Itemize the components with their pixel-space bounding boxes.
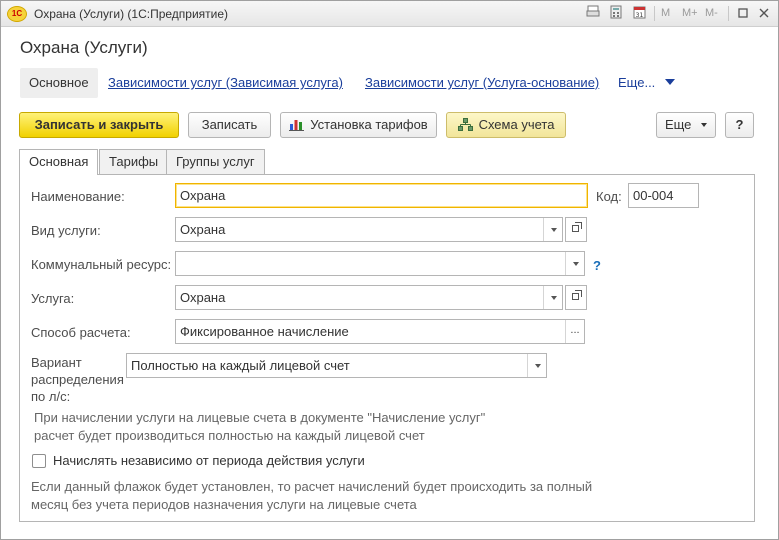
distribution-label-line: распределения — [31, 372, 124, 387]
code-label: Код: — [596, 189, 622, 204]
1c-logo-icon: 1C — [7, 6, 27, 22]
open-icon[interactable] — [565, 217, 587, 242]
help-icon[interactable]: ? — [593, 258, 601, 273]
more-actions-label: Еще — [664, 117, 692, 132]
distribution-field[interactable]: Полностью на каждый лицевой счет — [126, 353, 547, 378]
service-type-label: Вид услуги: — [31, 223, 101, 238]
nav-link-dependent-service[interactable]: Зависимости услуг (Зависимая услуга) — [108, 75, 343, 90]
calc-method-label: Способ расчета: — [31, 325, 131, 340]
accounting-scheme-label: Схема учета — [478, 117, 555, 132]
chevron-down-icon — [665, 79, 676, 85]
save-and-close-button[interactable]: Записать и закрыть — [19, 112, 179, 138]
dropdown-arrow-icon[interactable] — [565, 252, 584, 275]
checkbox-note: Если данный флажок будет установлен, то … — [31, 478, 592, 514]
code-field[interactable]: 00-004 — [628, 183, 699, 208]
chevron-down-icon — [701, 123, 708, 127]
dropdown-arrow-icon[interactable] — [543, 218, 562, 241]
name-field[interactable]: Охрана — [175, 183, 588, 208]
dropdown-arrow-icon[interactable] — [527, 354, 546, 377]
service-value: Охрана — [180, 290, 226, 305]
select-ellipsis-icon[interactable]: ... — [565, 320, 584, 343]
calc-method-field[interactable]: Фиксированное начисление ... — [175, 319, 585, 344]
note-line: При начислении услуги на лицевые счета в… — [34, 410, 486, 425]
calculator-icon[interactable] — [607, 5, 625, 22]
distribution-note: При начислении услуги на лицевые счета в… — [34, 409, 485, 445]
bar-chart-icon — [289, 115, 305, 139]
restore-window-icon[interactable] — [734, 4, 752, 22]
tab-service-groups[interactable]: Группы услуг — [166, 149, 265, 174]
hierarchy-icon — [457, 115, 473, 139]
distribution-value: Полностью на каждый лицевой счет — [131, 358, 350, 373]
help-button[interactable]: ? — [725, 112, 754, 138]
nav-more-button[interactable]: Еще... — [618, 75, 676, 90]
memory-plus-button[interactable]: M+ — [682, 7, 698, 19]
open-icon[interactable] — [565, 285, 587, 310]
calendar-icon[interactable]: 31 — [630, 5, 648, 22]
period-independent-checkbox[interactable] — [32, 454, 46, 468]
page-title: Охрана (Услуги) — [20, 38, 148, 57]
note-line: Если данный флажок будет установлен, то … — [31, 479, 593, 494]
more-actions-button[interactable]: Еще — [656, 112, 716, 138]
nav-main[interactable]: Основное — [20, 68, 98, 98]
accounting-scheme-button[interactable]: Схема учета — [446, 112, 566, 138]
set-tariffs-button[interactable]: Установка тарифов — [280, 112, 437, 138]
calc-method-value: Фиксированное начисление — [180, 324, 349, 339]
distribution-label: Вариант распределения по л/с: — [31, 354, 124, 405]
period-independent-label[interactable]: Начислять независимо от периода действия… — [53, 453, 365, 468]
svg-text:31: 31 — [635, 12, 643, 19]
note-line: месяц без учета периодов назначения услу… — [31, 497, 417, 512]
close-icon[interactable] — [755, 4, 773, 22]
distribution-label-line: по л/с: — [31, 389, 71, 404]
title-bar: 1C Охрана (Услуги) (1С:Предприятие) 31 M… — [1, 1, 778, 27]
memory-m-button[interactable]: M — [661, 7, 670, 19]
name-label: Наименование: — [31, 189, 125, 204]
utility-resource-label: Коммунальный ресурс: — [31, 257, 172, 272]
toolbar-separator — [654, 6, 655, 21]
set-tariffs-label: Установка тарифов — [310, 117, 428, 132]
save-button[interactable]: Записать — [188, 112, 271, 138]
dropdown-arrow-icon[interactable] — [543, 286, 562, 309]
app-window: 1C Охрана (Услуги) (1С:Предприятие) 31 M… — [0, 0, 779, 540]
nav-more-label: Еще... — [618, 75, 656, 90]
print-icon[interactable] — [584, 5, 602, 22]
memory-minus-button[interactable]: M- — [705, 7, 718, 19]
distribution-label-line: Вариант — [31, 355, 82, 370]
service-field[interactable]: Охрана — [175, 285, 563, 310]
tab-main[interactable]: Основная — [19, 149, 99, 175]
utility-resource-field[interactable] — [175, 251, 585, 276]
note-line: расчет будет производиться полностью на … — [34, 428, 425, 443]
service-type-value: Охрана — [180, 222, 226, 237]
tab-tariffs[interactable]: Тарифы — [99, 149, 169, 174]
nav-link-base-service[interactable]: Зависимости услуг (Услуга-основание) — [365, 75, 599, 90]
service-type-field[interactable]: Охрана — [175, 217, 563, 242]
service-label: Услуга: — [31, 291, 75, 306]
toolbar-separator — [728, 6, 729, 21]
window-title: Охрана (Услуги) (1С:Предприятие) — [34, 7, 229, 21]
